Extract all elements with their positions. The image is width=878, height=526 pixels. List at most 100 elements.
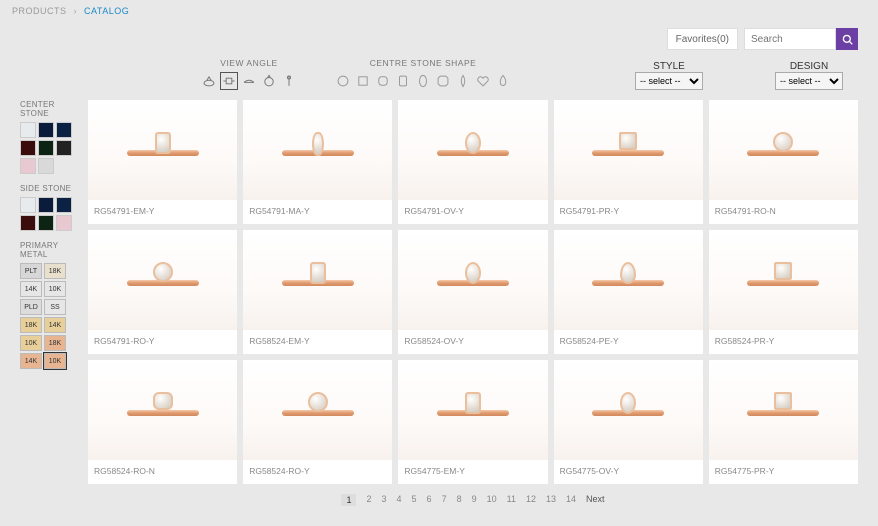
pager-page[interactable]: 10	[487, 494, 497, 506]
pager-page[interactable]: 7	[442, 494, 447, 506]
center-stone-swatch[interactable]	[20, 140, 36, 156]
view-angle-angle-profile-icon[interactable]	[280, 72, 298, 90]
sidebar: CENTER STONE SIDE STONE PRIMARY METAL PL…	[20, 100, 76, 512]
shape-cushion-icon[interactable]	[374, 72, 392, 90]
product-card[interactable]: RG54775-EM-Y	[398, 360, 547, 484]
pager-page[interactable]: 3	[382, 494, 387, 506]
view-angle-angle-through-icon[interactable]	[260, 72, 278, 90]
breadcrumb-current[interactable]: CATALOG	[84, 6, 129, 16]
center-stone-swatch[interactable]	[38, 122, 54, 138]
search-wrap	[744, 28, 858, 50]
metal-chip[interactable]: 10K	[20, 335, 42, 351]
center-stone-swatch[interactable]	[38, 140, 54, 156]
controls-row: VIEW ANGLE CENTRE STONE SHAPE STYLE -- s…	[0, 54, 878, 100]
product-card[interactable]: RG58524-RO-N	[88, 360, 237, 484]
product-thumb	[709, 360, 858, 460]
product-card[interactable]: RG54791-MA-Y	[243, 100, 392, 224]
shape-pear-icon[interactable]	[494, 72, 512, 90]
center-stone-swatch[interactable]	[20, 122, 36, 138]
centre-stone-shape-label: CENTRE STONE SHAPE	[370, 58, 477, 68]
metal-chip[interactable]: 14K	[44, 317, 66, 333]
shape-marquise-icon[interactable]	[454, 72, 472, 90]
design-group: DESIGN -- select --	[764, 61, 854, 90]
side-stone-swatch[interactable]	[56, 215, 72, 231]
pager-page[interactable]: 9	[472, 494, 477, 506]
search-input[interactable]	[744, 28, 836, 50]
product-thumb	[554, 230, 703, 330]
shape-oval-icon[interactable]	[414, 72, 432, 90]
metal-chip[interactable]: 14K	[20, 281, 42, 297]
side-stone-swatch[interactable]	[38, 197, 54, 213]
metal-chip[interactable]: 18K	[44, 335, 66, 351]
side-stone-swatch[interactable]	[20, 197, 36, 213]
metal-chip[interactable]: 10K	[44, 353, 66, 369]
product-card[interactable]: RG58524-OV-Y	[398, 230, 547, 354]
style-group: STYLE -- select --	[624, 61, 714, 90]
product-card[interactable]: RG54791-PR-Y	[554, 100, 703, 224]
product-card[interactable]: RG58524-EM-Y	[243, 230, 392, 354]
product-sku: RG54791-EM-Y	[88, 200, 237, 224]
product-sku: RG54791-RO-Y	[88, 330, 237, 354]
product-card[interactable]: RG58524-PE-Y	[554, 230, 703, 354]
style-label: STYLE	[653, 61, 685, 72]
favorites-button[interactable]: Favorites(0)	[667, 28, 738, 50]
design-select[interactable]: -- select --	[775, 72, 843, 90]
pager-page[interactable]: 14	[566, 494, 576, 506]
side-stone-swatch[interactable]	[20, 215, 36, 231]
shape-heart-icon[interactable]	[474, 72, 492, 90]
product-card[interactable]: RG58524-RO-Y	[243, 360, 392, 484]
style-select[interactable]: -- select --	[635, 72, 703, 90]
shape-princess-icon[interactable]	[354, 72, 372, 90]
center-stone-swatch[interactable]	[20, 158, 36, 174]
product-sku: RG58524-RO-Y	[243, 460, 392, 484]
pager-page[interactable]: 6	[427, 494, 432, 506]
product-thumb	[554, 100, 703, 200]
pager-page[interactable]: 2	[366, 494, 371, 506]
product-thumb	[709, 230, 858, 330]
pager-page[interactable]: 1	[341, 494, 356, 506]
product-card[interactable]: RG58524-PR-Y	[709, 230, 858, 354]
search-button[interactable]	[836, 28, 858, 50]
side-stone-swatch[interactable]	[38, 215, 54, 231]
view-angle-angle-top-icon[interactable]	[220, 72, 238, 90]
product-card[interactable]: RG54791-EM-Y	[88, 100, 237, 224]
product-card[interactable]: RG54775-OV-Y	[554, 360, 703, 484]
pager-page[interactable]: 4	[397, 494, 402, 506]
product-card[interactable]: RG54791-OV-Y	[398, 100, 547, 224]
pager-page[interactable]: 12	[526, 494, 536, 506]
metal-chip[interactable]: 10K	[44, 281, 66, 297]
view-angle-angle-side-icon[interactable]	[240, 72, 258, 90]
pager-next[interactable]: Next	[586, 494, 605, 506]
shape-round-icon[interactable]	[334, 72, 352, 90]
pager-page[interactable]: 13	[546, 494, 556, 506]
metal-chip[interactable]: PLD	[20, 299, 42, 315]
center-stone-swatch[interactable]	[38, 158, 54, 174]
product-sku: RG58524-EM-Y	[243, 330, 392, 354]
shape-emerald-icon[interactable]	[394, 72, 412, 90]
product-thumb	[243, 230, 392, 330]
main: CENTER STONE SIDE STONE PRIMARY METAL PL…	[0, 100, 878, 512]
center-stone-header: CENTER STONE	[20, 100, 76, 118]
view-angle-angle-perspective-icon[interactable]	[200, 72, 218, 90]
metal-chip[interactable]: 18K	[44, 263, 66, 279]
metal-chip[interactable]: 14K	[20, 353, 42, 369]
product-card[interactable]: RG54775-PR-Y	[709, 360, 858, 484]
metal-chip[interactable]: 18K	[20, 317, 42, 333]
center-stone-swatch[interactable]	[56, 140, 72, 156]
side-stone-swatch[interactable]	[56, 197, 72, 213]
pager-page[interactable]: 5	[412, 494, 417, 506]
center-stone-swatch[interactable]	[56, 122, 72, 138]
metal-chip[interactable]: PLT	[20, 263, 42, 279]
pager-page[interactable]: 8	[457, 494, 462, 506]
breadcrumb-root[interactable]: PRODUCTS	[12, 6, 67, 16]
product-thumb	[243, 360, 392, 460]
metal-chip[interactable]: SS	[44, 299, 66, 315]
grid-area: RG54791-EM-YRG54791-MA-YRG54791-OV-Y RG54…	[88, 100, 858, 512]
breadcrumb: PRODUCTS › CATALOG	[0, 0, 878, 22]
product-card[interactable]: RG54791-RO-Y	[88, 230, 237, 354]
product-card[interactable]: RG54791-RO-N	[709, 100, 858, 224]
shape-radiant-icon[interactable]	[434, 72, 452, 90]
pager-page[interactable]: 11	[507, 494, 516, 506]
product-sku: RG54791-MA-Y	[243, 200, 392, 224]
product-sku: RG54791-OV-Y	[398, 200, 547, 224]
